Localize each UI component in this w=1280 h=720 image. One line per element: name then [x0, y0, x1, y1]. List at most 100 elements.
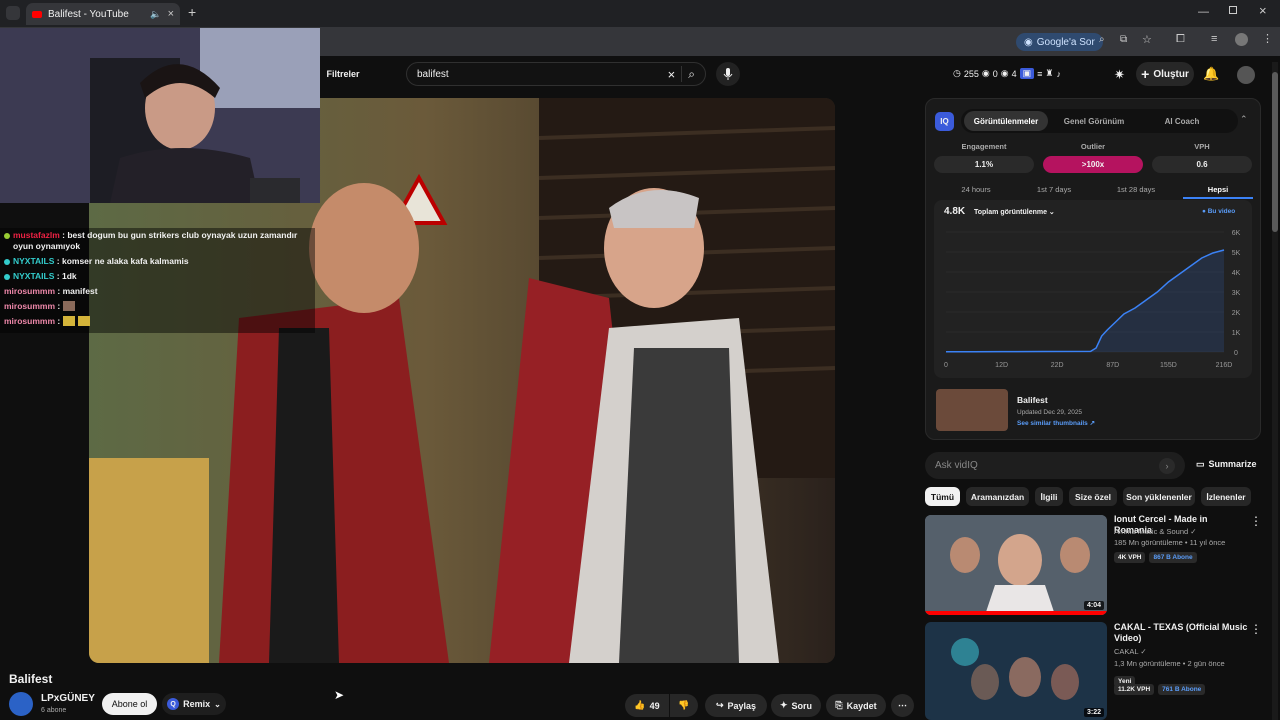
period-all[interactable]: Hepsi — [1183, 185, 1253, 199]
list-icon[interactable]: ≡ — [1037, 69, 1042, 79]
chip-watched[interactable]: İzlenenler — [1201, 487, 1251, 506]
minimize-icon[interactable]: — — [1198, 6, 1209, 18]
rec-channel-name[interactable]: Amma Music & Sound — [1114, 527, 1188, 536]
duration-badge: 3:22 — [1083, 708, 1104, 717]
y-tick-label: 5K — [1232, 250, 1241, 257]
chat-user: mirosummm — [4, 316, 56, 326]
metric-label: VPH — [1194, 142, 1210, 151]
dislike-button[interactable]: 👎 — [670, 694, 698, 717]
tab-overview[interactable]: Genel Görünüm — [1052, 111, 1136, 131]
notifications-bell-icon[interactable]: 🔔 — [1203, 66, 1219, 82]
channel-avatar[interactable] — [9, 692, 33, 716]
period-28d[interactable]: 1st 28 days — [1101, 185, 1171, 194]
search-input[interactable]: balifest — [417, 69, 662, 80]
webcam-image — [0, 28, 320, 203]
chip-from-search[interactable]: Aramanızdan — [966, 487, 1029, 506]
zoom-icon[interactable]: ⌕ — [1099, 34, 1105, 45]
profile-avatar[interactable] — [1235, 33, 1248, 46]
tab-ai-coach[interactable]: AI Coach — [1140, 111, 1224, 131]
similar-thumbnails-link[interactable]: See similar thumbnails ↗ — [1017, 419, 1095, 427]
subscribe-button[interactable]: Abone ol — [102, 693, 157, 715]
chat-message: NYXTAILS : 1dk — [0, 269, 315, 284]
chip-all[interactable]: Tümü — [925, 487, 960, 506]
chat-user: mirosummm — [4, 286, 56, 296]
settings-gear-icon[interactable]: ✷ — [1114, 67, 1125, 83]
google-lens-icon: ◉ — [1024, 36, 1033, 48]
close-window-icon[interactable]: × — [1259, 3, 1267, 18]
ask-placeholder: Ask vidIQ — [935, 460, 978, 471]
maximize-icon[interactable] — [1229, 6, 1237, 14]
search-box[interactable]: balifest × ⌕ — [406, 62, 706, 86]
subs-badge: 761 B Abone — [1158, 684, 1206, 695]
rec-thumbnail[interactable]: 3:22 — [925, 622, 1107, 720]
scrollbar-thumb[interactable] — [1272, 72, 1278, 232]
period-24h[interactable]: 24 hours — [941, 185, 1011, 194]
extensions-icon[interactable]: ⧠ — [1176, 33, 1185, 46]
chip-recent[interactable]: Son yüklenenler — [1123, 487, 1195, 506]
browser-tab-bar: Balifest - YouTube 🔈 × + — × — [0, 0, 1280, 27]
tab-audio-icon[interactable]: 🔈 — [150, 9, 161, 20]
new-tab-button[interactable]: + — [188, 4, 196, 20]
browser-tab[interactable]: Balifest - YouTube 🔈 × — [26, 3, 180, 25]
rec-menu-icon[interactable]: ⋮ — [1250, 622, 1262, 636]
voice-search-button[interactable] — [716, 62, 740, 86]
webcam-overlay — [0, 28, 320, 203]
y-tick-label: 4K — [1232, 270, 1241, 277]
tab-views[interactable]: Görüntülenmeler — [964, 111, 1048, 131]
rec-channel-name[interactable]: CAKAL — [1114, 647, 1138, 656]
chip-related[interactable]: İlgili — [1035, 487, 1063, 506]
filters-button[interactable]: Filtreler — [318, 62, 368, 86]
award-icon[interactable]: ♜ — [1045, 68, 1053, 79]
browser-menu-icon[interactable]: ⋮ — [1262, 32, 1273, 45]
views-dropdown[interactable]: Toplam görüntülenme ⌄ — [974, 208, 1055, 216]
rec-thumbnail[interactable]: 4:04 — [925, 515, 1107, 615]
chat-message: NYXTAILS : komser ne alaka kafa kalmamis — [0, 254, 315, 269]
google-ask-chip[interactable]: ◉ Google'a Sor — [1016, 33, 1103, 51]
rec-meta: 185 Mn görüntüleme • 11 yıl önce — [1114, 538, 1226, 547]
bell-small-icon[interactable]: ♪ — [1057, 69, 1062, 79]
rec-title[interactable]: CAKAL - TEXAS (Official Music Video) — [1114, 622, 1249, 644]
period-7d[interactable]: 1st 7 days — [1019, 185, 1089, 194]
save-button[interactable]: ⎘ Kaydet — [826, 694, 886, 717]
chip-for-you[interactable]: Size özel — [1069, 487, 1117, 506]
tab-search-icon[interactable] — [6, 6, 20, 20]
ask-button[interactable]: ✦ Soru — [771, 694, 821, 717]
vidiq-icon[interactable]: ▣ — [1019, 68, 1035, 79]
summarize-button[interactable]: ▭ Summarize — [1196, 459, 1257, 470]
chat-badge-icon — [4, 259, 10, 265]
updated-date: Updated Dec 29, 2025 — [1017, 409, 1083, 416]
chat-user: NYXTAILS — [13, 271, 55, 281]
collapse-chevron-icon[interactable]: ⌃ — [1240, 114, 1248, 125]
remix-button[interactable]: Q Remix ⌄ — [162, 693, 226, 715]
page-scrollbar[interactable] — [1272, 62, 1278, 720]
send-arrow-icon[interactable]: › — [1159, 457, 1175, 474]
metric-label: Outlier — [1080, 142, 1106, 151]
views-total: 4.8K — [944, 206, 966, 217]
chat-badge-icon — [4, 274, 10, 280]
rec-thumbnail-image — [925, 622, 1107, 720]
subscriber-count: 6 abone — [41, 707, 67, 714]
media-control-icon[interactable]: ≡ — [1211, 33, 1217, 45]
clear-search-icon[interactable]: × — [668, 67, 676, 82]
ask-label: Soru — [791, 700, 813, 711]
tab-close-icon[interactable]: × — [168, 8, 174, 20]
video-thumbnail[interactable] — [936, 389, 1008, 431]
like-button[interactable]: 👍 49 — [625, 694, 669, 717]
account-avatar[interactable] — [1237, 66, 1255, 84]
rec-thumbnail-image — [925, 515, 1107, 615]
install-icon[interactable]: ⧉ — [1120, 34, 1127, 45]
ask-vidiq-input[interactable]: Ask vidIQ › — [925, 452, 1185, 479]
x-tick-label: 0 — [944, 362, 948, 369]
mouse-cursor-icon: ➤ — [334, 688, 345, 702]
search-icon[interactable]: ⌕ — [688, 67, 695, 82]
rec-menu-icon[interactable]: ⋮ — [1250, 514, 1262, 528]
share-button[interactable]: ↪ Paylaş — [705, 694, 767, 717]
share-label: Paylaş — [727, 700, 757, 711]
more-actions-button[interactable]: ⋯ — [891, 694, 914, 717]
bookmark-icon: ⎘ — [835, 700, 843, 710]
bookmark-star-icon[interactable]: ☆ — [1142, 33, 1152, 46]
rec-channel: CAKAL ✓ — [1114, 646, 1147, 657]
create-label: Oluştur — [1153, 68, 1189, 80]
create-button[interactable]: + Oluştur — [1136, 62, 1194, 86]
channel-name[interactable]: LPxGÜNEY — [41, 693, 95, 704]
